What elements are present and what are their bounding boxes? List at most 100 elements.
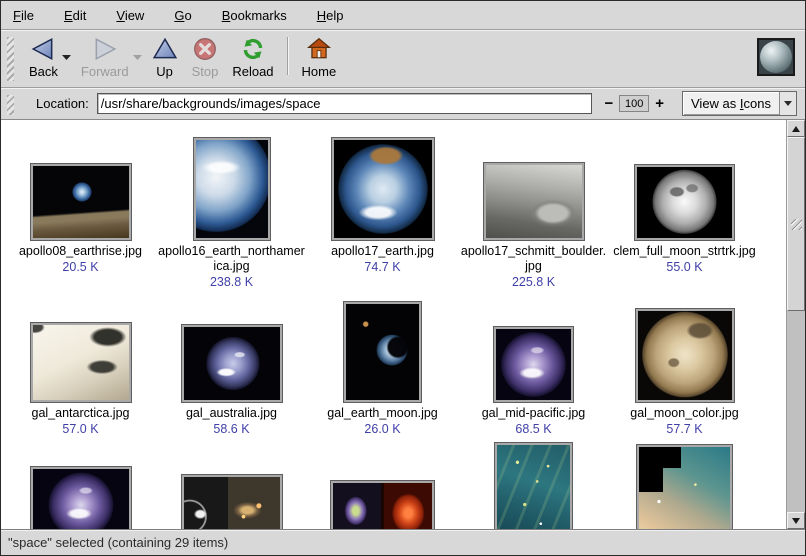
home-button[interactable]: Home [295,33,344,79]
scroll-up-button[interactable] [787,120,805,137]
scrollbar-thumb[interactable] [787,137,805,311]
file-thumbnail[interactable] [182,475,282,529]
file-item[interactable]: gal_earth_moon.jpg26.0 K [307,300,458,437]
menu-view[interactable]: View [116,8,144,23]
file-name: gal_mid-pacific.jpg [460,406,608,421]
stop-icon [192,35,218,63]
file-manager-window: File Edit View Go Bookmarks Help Back [0,0,806,556]
file-name: apollo16_earth_northamerica.jpg [158,244,306,274]
file-size: 57.0 K [62,421,98,437]
file-name: apollo17_schmitt_boulder.jpg [460,244,608,274]
forward-label: Forward [81,64,129,79]
file-size: 68.5 K [515,421,551,437]
back-label: Back [29,64,58,79]
file-name: gal_australia.jpg [158,406,306,421]
view-as-label: View as Icons [683,96,779,111]
file-item[interactable] [458,443,609,529]
file-size: 57.7 K [666,421,702,437]
menu-edit[interactable]: Edit [64,8,86,23]
vertical-scrollbar[interactable] [786,120,805,529]
zoom-in-button[interactable]: + [651,95,668,112]
menu-go[interactable]: Go [174,8,191,23]
toolbar: Back Forward [1,30,805,88]
file-name: gal_antarctica.jpg [7,406,155,421]
file-size: 74.7 K [364,259,400,275]
throbber [757,38,795,76]
toolbar-separator [287,37,289,75]
file-thumbnail[interactable] [182,325,282,402]
file-thumbnail[interactable] [635,165,734,240]
chevron-down-icon [132,54,143,61]
file-item[interactable]: gal_antarctica.jpg57.0 K [5,300,156,437]
file-grid-view[interactable]: apollo08_earthrise.jpg20.5 Kapollo16_ear… [1,120,786,529]
throbber-globe-icon [760,41,792,73]
file-thumbnail[interactable] [494,327,573,402]
reload-button[interactable]: Reload [225,33,280,79]
home-label: Home [302,64,337,79]
back-button[interactable]: Back [22,33,65,79]
view-as-dropdown[interactable]: View as Icons [682,91,797,116]
toolbar-drag-handle[interactable] [7,37,14,81]
forward-history-dropdown [132,49,143,64]
menu-help[interactable]: Help [317,8,344,23]
scrollbar-grip-icon [791,219,802,230]
file-thumbnail[interactable] [344,302,421,402]
file-item[interactable]: gal_mid-pacific.jpg68.5 K [458,300,609,437]
file-item[interactable]: apollo08_earthrise.jpg20.5 K [5,130,156,290]
file-item[interactable] [156,475,307,529]
file-item[interactable]: apollo17_schmitt_boulder.jpg225.8 K [458,130,609,290]
file-thumbnail[interactable] [31,467,131,529]
menu-bookmarks[interactable]: Bookmarks [222,8,287,23]
arrow-up-icon [792,126,800,132]
file-size: 238.8 K [210,274,253,290]
file-name: apollo17_earth.jpg [309,244,457,259]
up-label: Up [156,64,173,79]
forward-button: Forward [74,33,136,79]
file-name: clem_full_moon_strtrk.jpg [611,244,759,259]
file-item[interactable]: apollo17_earth.jpg74.7 K [307,130,458,290]
file-thumbnail[interactable] [484,163,584,240]
file-name: apollo08_earthrise.jpg [7,244,155,259]
file-thumbnail[interactable] [332,138,434,240]
file-thumbnail[interactable] [636,309,734,402]
zoom-level-indicator: 100 [619,95,649,112]
file-item[interactable] [307,481,458,529]
file-thumbnail[interactable] [495,443,572,529]
icon-view-pane: apollo08_earthrise.jpg20.5 Kapollo16_ear… [1,120,805,529]
file-item[interactable]: clem_full_moon_strtrk.jpg55.0 K [609,130,760,290]
stop-button: Stop [185,33,226,79]
status-bar: "space" selected (containing 29 items) [1,529,805,555]
file-thumbnail[interactable] [331,481,434,529]
stop-label: Stop [192,64,219,79]
home-icon [306,35,332,63]
scrollbar-track[interactable] [787,137,805,512]
chevron-down-icon [784,101,792,106]
back-history-dropdown[interactable] [61,49,72,64]
file-size: 20.5 K [62,259,98,275]
file-item[interactable]: apollo16_earth_northamerica.jpg238.8 K [156,130,307,290]
forward-icon [92,35,118,63]
file-thumbnail[interactable] [31,323,131,402]
scroll-down-button[interactable] [787,512,805,529]
file-thumbnail[interactable] [194,138,270,240]
file-thumbnail[interactable] [31,164,131,240]
menu-file[interactable]: File [13,8,34,23]
file-item[interactable]: gal_moon_color.jpg57.7 K [609,300,760,437]
up-button[interactable]: Up [145,33,185,79]
file-size: 58.6 K [213,421,249,437]
chevron-down-icon [61,54,72,61]
file-name: gal_moon_color.jpg [611,406,759,421]
file-item[interactable] [5,467,156,529]
back-icon [30,35,56,63]
file-name: gal_earth_moon.jpg [309,406,457,421]
file-item[interactable]: gal_australia.jpg58.6 K [156,300,307,437]
location-input[interactable] [97,93,593,114]
view-as-dropdown-arrow[interactable] [779,92,796,115]
file-item[interactable] [609,445,760,529]
file-size: 26.0 K [364,421,400,437]
zoom-out-button[interactable]: − [600,95,617,112]
reload-label: Reload [232,64,273,79]
file-thumbnail[interactable] [637,445,732,529]
location-bar-drag-handle[interactable] [7,95,14,115]
location-bar: Location: − 100 + View as Icons [1,88,805,120]
